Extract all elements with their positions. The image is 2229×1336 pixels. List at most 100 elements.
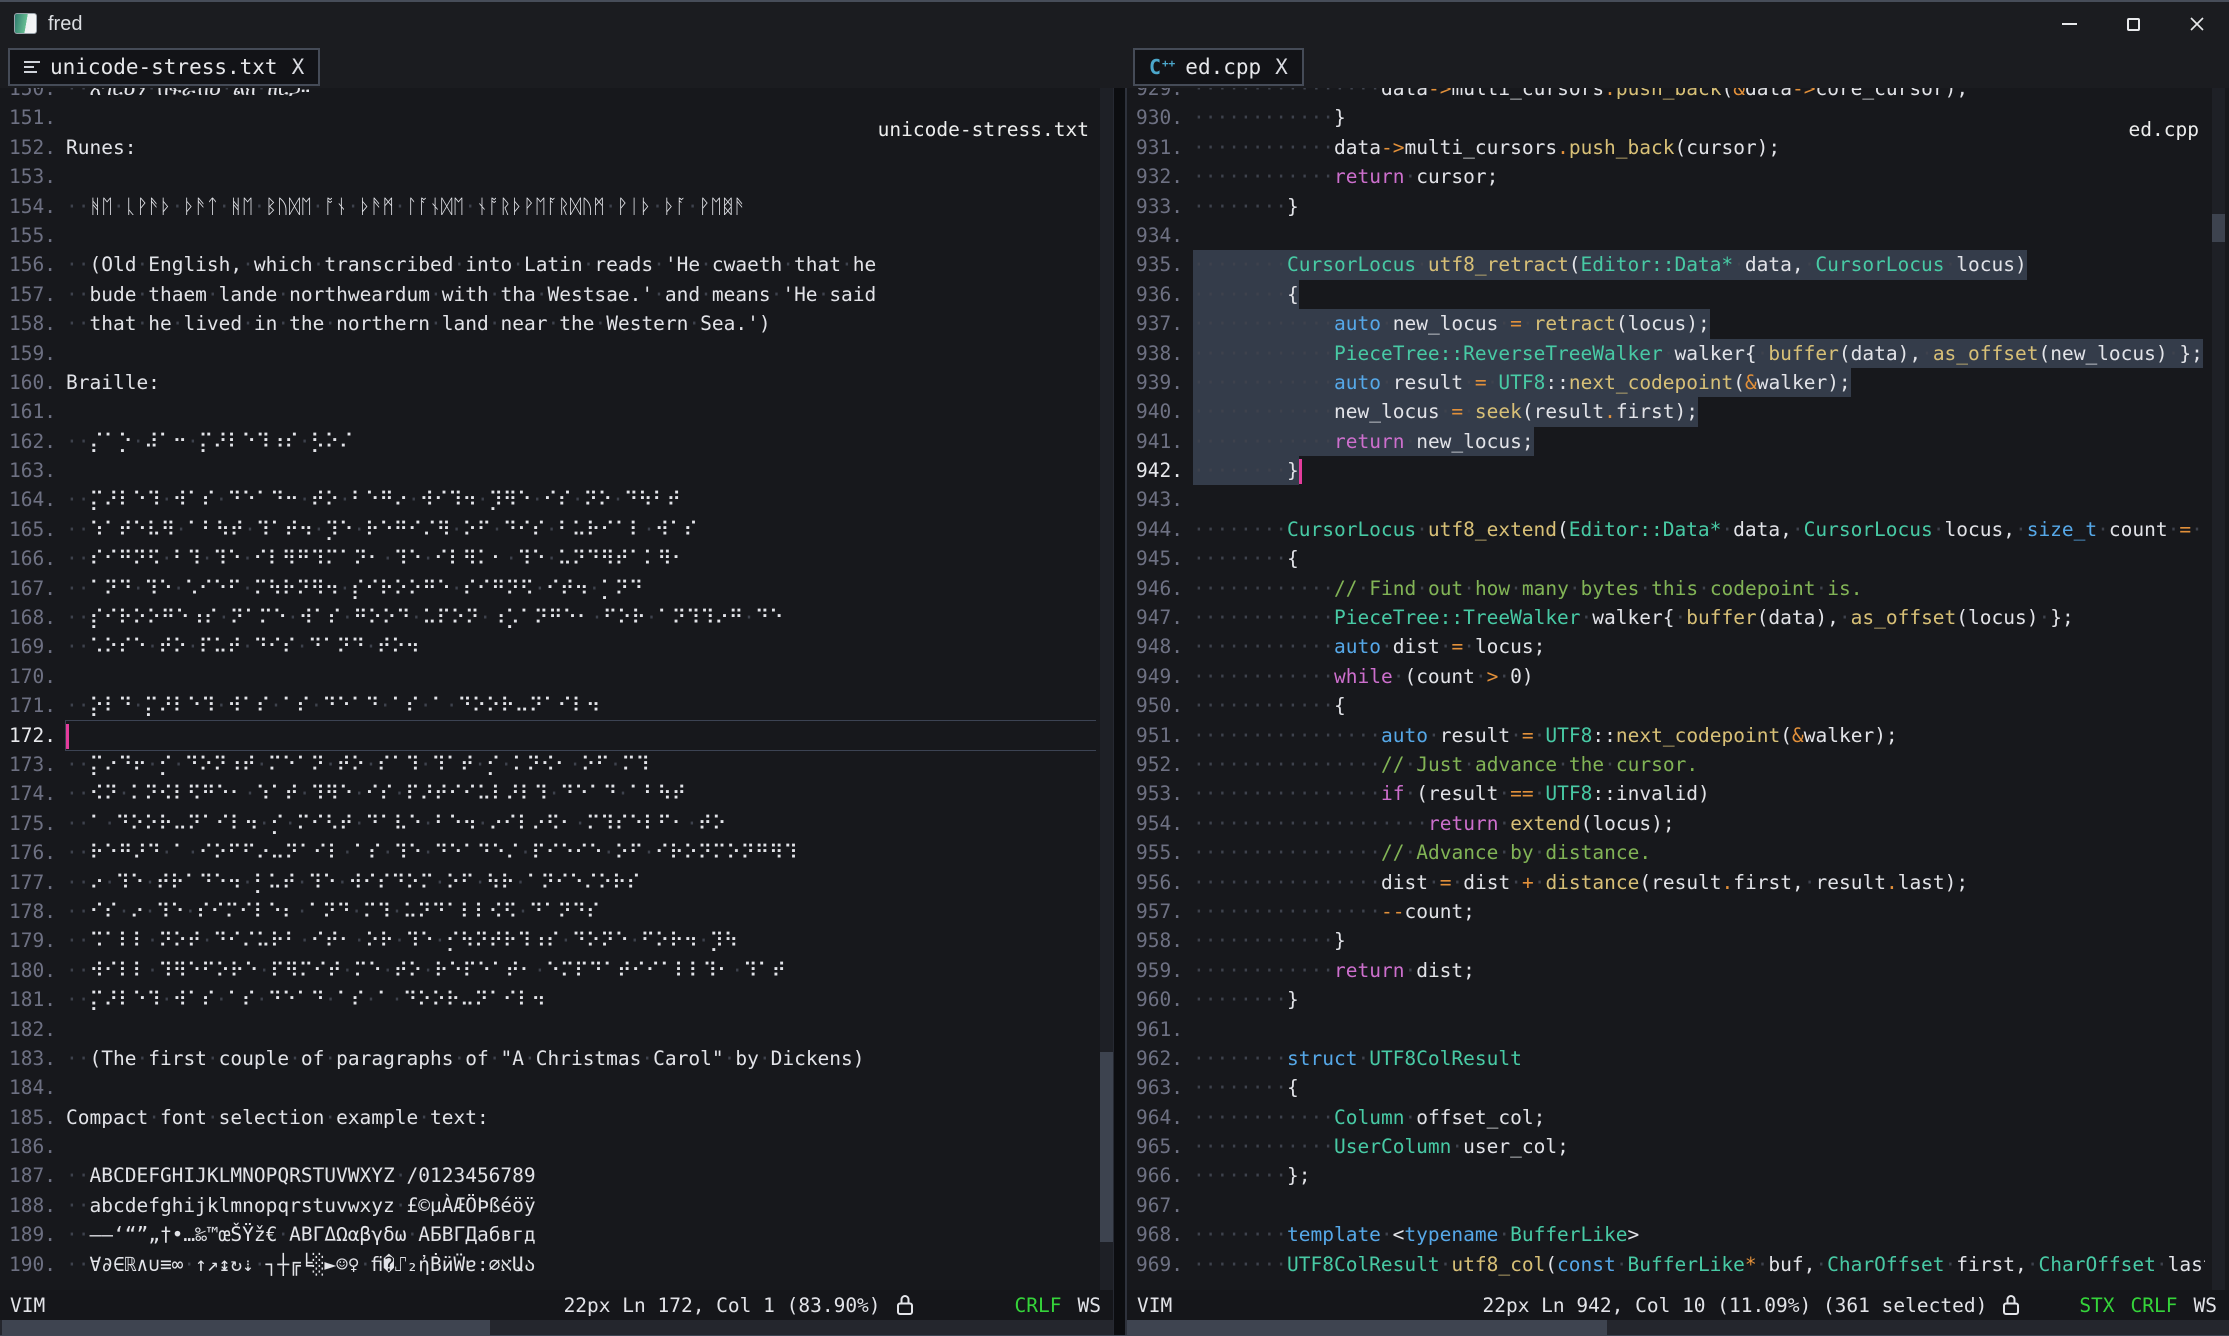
line-text: ··ᚻᛖ·ᚳᚹᚫᚦ·ᚦᚫᛏ·ᚻᛖ·ᛒᚢᛞᛖ·ᚩᚾ·ᚦᚫᛗ·ᛚᚪᚾᛞᛖ·ᚾᚩᚱᚦᚹ…	[66, 192, 1096, 221]
line-number: 938.	[1127, 339, 1183, 368]
code-line: 965.············UserColumn·user_col;	[1127, 1132, 2205, 1161]
code-line: 165.··⠱⠁⠞⠑⠧⠻·⠁⠃⠳⠞·⠹⠁⠞⠲·⡹⠑·⠗⠑⠛⠊⠌⠻·⠕⠋·⠙⠊⠎·…	[0, 515, 1096, 544]
line-text: ········{	[1193, 544, 2205, 573]
code-line: 163.	[0, 456, 1096, 485]
selection-highlight: ············return·new_locus;	[1193, 427, 1534, 456]
left-vertical-scrollbar-thumb[interactable]	[1100, 1052, 1113, 1242]
tab-ed-cpp[interactable]: C++ ed.cpp X	[1133, 48, 1304, 86]
left-editor-pane[interactable]: 150.··እግርህን·በፍራሽህ·ልክ·ዘርጋ።151.152.Runes:1…	[0, 46, 1113, 1290]
code-line: 170.	[0, 662, 1096, 691]
minimize-icon	[2062, 23, 2077, 25]
line-text: ··abcdefghijklmnopqrstuvwxyz·£©µÀÆÖÞßéöÿ	[66, 1191, 1096, 1220]
line-text: ················--count;	[1193, 897, 2205, 926]
right-horizontal-scrollbar-thumb[interactable]	[1127, 1320, 1607, 1335]
code-line: 947.············PieceTree::TreeWalker·wa…	[1127, 603, 2205, 632]
code-line: 966. ········};	[1127, 1161, 2205, 1190]
code-line: 155.	[0, 221, 1096, 250]
code-line: 954.····················return·extend(lo…	[1127, 809, 2205, 838]
code-line: 969. ········UTF8ColResult·utf8_col(const…	[1127, 1250, 2205, 1279]
close-icon	[2189, 16, 2205, 32]
code-line: 190.··∀∂∈ℝ∧∪≡∞·↑↗↨↻⇣·┐┼╔╘░►☺♀·ﬁ�⑀₂ἠḂӥẄɐ:…	[0, 1250, 1096, 1279]
line-text: ··⠡⠕⠎⠑·⠞⠕·⠏⠥⠞·⠙⠊⠎·⠙⠁⠝⠙·⠞⠕⠲	[66, 632, 1096, 661]
code-line: 172.	[0, 721, 1096, 750]
line-number: 155.	[0, 221, 56, 250]
line-number: 967.	[1127, 1191, 1183, 1220]
minimize-button[interactable]	[2037, 2, 2101, 46]
code-line: 942.········}	[1127, 456, 2205, 485]
left-vertical-scrollbar[interactable]	[1100, 88, 1113, 1290]
line-text: ··⡕⠇⠙·⡍⠜⠇⠑⠹·⠺⠁⠎·⠁⠎·⠙⠑⠁⠙·⠁⠎·⠁·⠙⠕⠕⠗⠤⠝⠁⠊⠇⠲	[66, 691, 1096, 720]
line-number: 966.	[1127, 1161, 1183, 1190]
whitespace-indicator: WS	[2194, 1294, 2217, 1317]
line-text: Braille:	[66, 368, 1096, 397]
code-line: 951.················auto·result·=·UTF8::…	[1127, 721, 2205, 750]
right-code-area[interactable]: 929.················data->multi_cursors.…	[1127, 74, 2205, 1290]
line-number: 960.	[1127, 985, 1183, 1014]
line-number: 969.	[1127, 1250, 1183, 1279]
code-line: 960. ········}	[1127, 985, 2205, 1014]
code-line: 959.············return·dist;	[1127, 956, 2205, 985]
line-text: ········{	[1193, 280, 2205, 309]
lock-icon[interactable]	[895, 1293, 915, 1317]
line-text: ············PieceTree::TreeWalker·walker…	[1193, 603, 2205, 632]
line-number: 964.	[1127, 1103, 1183, 1132]
code-line: 936.········{	[1127, 280, 2205, 309]
pane-divider[interactable]	[1113, 46, 1127, 1336]
right-horizontal-scrollbar[interactable]	[1127, 1320, 2229, 1335]
tab-unicode-stress[interactable]: unicode-stress.txt X	[8, 48, 320, 86]
line-number: 159.	[0, 339, 56, 368]
line-text: ············PieceTree::ReverseTreeWalker…	[1193, 339, 2205, 368]
tab-close-icon[interactable]: X	[292, 55, 305, 79]
cpp-icon: C++	[1149, 55, 1175, 79]
code-line: 178.··⠊⠎·⠔·⠹⠑·⠎⠊⠍⠊⠇⠑⠆·⠁⠝⠙·⠍⠹·⠥⠝⠙⠁⠇⠇⠪⠫·⠙⠁…	[0, 897, 1096, 926]
line-text: ··⠱⠁⠞⠑⠧⠻·⠁⠃⠳⠞·⠹⠁⠞⠲·⡹⠑·⠗⠑⠛⠊⠌⠻·⠕⠋·⠙⠊⠎·⠃⠥⠗⠊…	[66, 515, 1096, 544]
line-number: 932.	[1127, 162, 1183, 191]
line-number: 166.	[0, 544, 56, 573]
right-vertical-scrollbar[interactable]	[2212, 88, 2225, 1290]
line-number: 963.	[1127, 1073, 1183, 1102]
code-line: 946.············//·Find·out·how·many·byt…	[1127, 574, 2205, 603]
left-filename-overlay: unicode-stress.txt	[878, 118, 1089, 141]
tab-close-icon[interactable]: X	[1275, 55, 1288, 79]
line-number: 954.	[1127, 809, 1183, 838]
app-icon	[14, 13, 37, 34]
left-horizontal-scrollbar[interactable]	[0, 1320, 1113, 1335]
line-text: ··(Old·English,·which·transcribed·into·L…	[66, 250, 1096, 279]
line-number: 946.	[1127, 574, 1183, 603]
line-text: ················if·(result·==·UTF8::inva…	[1193, 779, 2205, 808]
code-line: 941.············return·new_locus;	[1127, 427, 2205, 456]
selection-highlight: ········}	[1193, 456, 1299, 485]
line-number: 959.	[1127, 956, 1183, 985]
line-text: ··⡍⠔⠙⠖·⡊·⠙⠕⠝⠰⠞·⠍⠑⠁⠝·⠞⠕·⠎⠁⠹·⠹⠁⠞·⡊·⠅⠝⠪⠂·⠕⠋…	[66, 750, 1096, 779]
close-button[interactable]	[2165, 2, 2229, 46]
line-text: ········}	[1193, 985, 2205, 1014]
code-line: 931.············data->multi_cursors.push…	[1127, 133, 2205, 162]
eol-indicator: CRLF	[2131, 1294, 2178, 1317]
line-number: 965.	[1127, 1132, 1183, 1161]
selection-highlight: ············PieceTree::ReverseTreeWalker…	[1193, 339, 2203, 368]
line-number: 168.	[0, 603, 56, 632]
line-number: 154.	[0, 192, 56, 221]
code-line: 956.················dist·=·dist·+·distan…	[1127, 868, 2205, 897]
left-horizontal-scrollbar-thumb[interactable]	[2, 1320, 490, 1335]
line-text: ········};	[1193, 1161, 2205, 1190]
right-status-flags: STX CRLF WS	[2079, 1294, 2217, 1317]
code-line: 188.··abcdefghijklmnopqrstuvwxyz·£©µÀÆÖÞ…	[0, 1191, 1096, 1220]
encoding-indicator: STX	[2079, 1294, 2114, 1317]
right-vertical-scrollbar-thumb[interactable]	[2212, 214, 2225, 242]
code-line: 943.	[1127, 485, 2205, 514]
selection-highlight: ············new_locus·=·seek(result.firs…	[1193, 397, 1698, 426]
lock-icon[interactable]	[2001, 1293, 2021, 1317]
selection-highlight: ········{	[1193, 280, 1299, 309]
code-line: 157.··bude·thaem·lande·northweardum·with…	[0, 280, 1096, 309]
title-bar[interactable]: fred	[0, 2, 2229, 46]
maximize-button[interactable]	[2101, 2, 2165, 46]
right-editor-pane[interactable]: 929.················data->multi_cursors.…	[1127, 46, 2229, 1290]
line-text: ················auto·result·=·UTF8::next…	[1193, 721, 2205, 750]
left-code-area[interactable]: 150.··እግርህን·በፍራሽህ·ልክ·ዘርጋ።151.152.Runes:1…	[0, 74, 1096, 1290]
line-text: ········UTF8ColResult·utf8_col(const·Buf…	[1193, 1250, 2205, 1279]
line-number: 178.	[0, 897, 56, 926]
line-number: 940.	[1127, 397, 1183, 426]
line-number: 180.	[0, 956, 56, 985]
line-number: 164.	[0, 485, 56, 514]
